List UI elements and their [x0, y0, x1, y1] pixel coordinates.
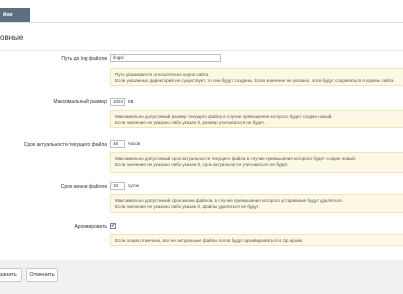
current-lifetime-unit: часов	[128, 141, 141, 146]
max-size-input[interactable]: 1024	[110, 98, 125, 106]
max-size-unit: КБ	[128, 99, 134, 104]
file-lifetime-input[interactable]: 10	[110, 182, 125, 190]
tab-settings[interactable]: йки	[0, 8, 30, 22]
top-bar: йки	[0, 0, 403, 22]
file-lifetime-hint: Максимально допустимый срок жизни файлов…	[110, 194, 403, 213]
current-lifetime-hint: Максимально допустимый срок актуальности…	[110, 152, 403, 173]
max-size-label: Максимальный размер	[53, 99, 107, 105]
archive-hint: Если опция отмечена, все не актуальные ф…	[110, 234, 403, 246]
archive-label: Архивировать	[74, 224, 107, 230]
form-footer: ранить Отменить	[0, 260, 403, 294]
save-button[interactable]: ранить	[0, 268, 22, 282]
current-lifetime-input[interactable]: 48	[110, 140, 125, 148]
log-path-input[interactable]: /logs/	[110, 54, 221, 62]
cancel-button[interactable]: Отменить	[26, 268, 58, 282]
file-lifetime-unit: суток	[128, 183, 139, 188]
log-path-hint: Путь указывается относительно корня сайт…	[110, 68, 403, 86]
section-title: овные	[0, 33, 24, 42]
section-divider	[0, 50, 403, 51]
current-lifetime-label: Срок актуальности текущего файла	[23, 142, 107, 148]
settings-panel: овные Путь до log файлов /logs/ Путь ука…	[0, 22, 403, 261]
max-size-hint: Максимально допустимый размер текущего ф…	[110, 110, 403, 128]
log-path-label: Путь до log файлов	[61, 56, 107, 62]
archive-checkbox[interactable]: ✔	[110, 223, 116, 229]
file-lifetime-label: Срок жизни файлов	[60, 184, 107, 190]
